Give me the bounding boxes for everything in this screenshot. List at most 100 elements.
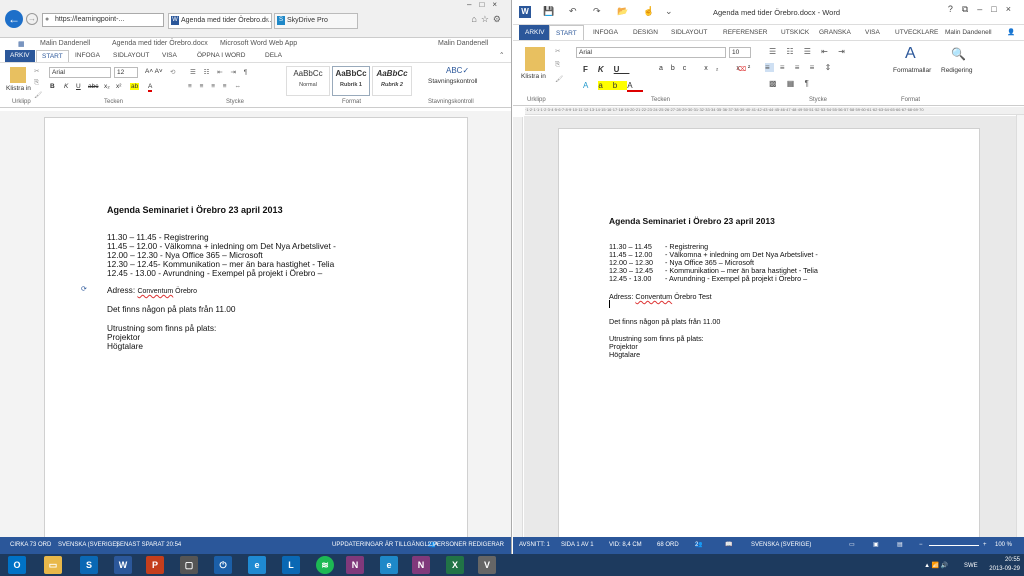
customize-qat-icon[interactable]: ⌄ (665, 6, 673, 17)
tab-visa[interactable]: VISA (157, 50, 182, 62)
spotify-icon[interactable]: ≋ (316, 556, 334, 574)
grid-icon[interactable]: ▦ (18, 40, 25, 48)
align-icons[interactable]: ≡ ≡ ≡ ≡ ⇔ (188, 83, 244, 90)
document-page[interactable]: Agenda Seminariet i Örebro 23 april 2013… (558, 128, 980, 543)
vertical-ruler[interactable] (513, 117, 523, 537)
powerpoint-icon[interactable]: P (146, 556, 164, 574)
style-rubrik2[interactable]: AaBbCc Rubrik 2 (372, 66, 412, 96)
font-name-box[interactable]: Arial (576, 47, 726, 58)
zoom-in-button[interactable]: + (983, 537, 987, 554)
tab-visa[interactable]: VISA (859, 25, 886, 40)
avatar[interactable]: 👤 (1001, 25, 1021, 40)
tab-utskick[interactable]: UTSKICK (775, 25, 815, 40)
font-size-box[interactable]: 12 (114, 67, 138, 78)
spell-status-icon[interactable]: 📖 (725, 537, 732, 554)
styles-icon[interactable]: A (905, 45, 916, 63)
editing-button[interactable]: Redigering (941, 67, 972, 74)
tab-start[interactable]: START (36, 50, 69, 62)
web-layout-icon[interactable]: ▤ (897, 537, 903, 554)
grow-font-icon[interactable]: A˄ A˅ (145, 68, 163, 75)
ie-icon-2[interactable]: e (380, 556, 398, 574)
tab-arkiv[interactable]: ARKIV (5, 50, 35, 62)
section-indicator[interactable]: AVSNITT: 1 (519, 537, 550, 554)
zoom-slider[interactable] (929, 545, 979, 546)
font-size-box[interactable]: 10 (729, 47, 751, 58)
underline-button[interactable]: U (76, 83, 81, 90)
power-icon[interactable]: ⏻ (214, 556, 232, 574)
open-icon[interactable]: 📂 (617, 6, 628, 17)
collapse-icon[interactable]: ⌃ (494, 50, 509, 62)
font-color-icon[interactable]: A (148, 83, 153, 92)
updates-available[interactable]: UPPDATERINGAR ÄR TILLGÄNGLIGA (332, 537, 438, 554)
clear-format-icon[interactable]: ⟲ (170, 68, 175, 76)
language[interactable]: SVENSKA (SVERIGE) (751, 537, 811, 554)
format-buttons[interactable]: FKU (583, 65, 629, 74)
outlook-icon[interactable]: O (8, 556, 26, 574)
word-count[interactable]: CIRKA 73 ORD (10, 537, 51, 554)
visio-icon[interactable]: V (478, 556, 496, 574)
tab-infoga[interactable]: INFOGA (587, 25, 624, 40)
coauthor-icon[interactable]: ⟳ (81, 285, 87, 293)
clipboard-icon[interactable] (10, 67, 26, 83)
effects-buttons[interactable]: AabA (583, 81, 643, 92)
onenote-icon[interactable]: N (346, 556, 364, 574)
system-tray[interactable]: ▲ 📶 🔊 SWE 20:55 2013-09-29 (924, 556, 1020, 574)
screen-capture-icon[interactable]: ▢ (180, 556, 198, 574)
tab-granska[interactable]: GRANSKA (813, 25, 857, 40)
tab-referenser[interactable]: REFERENSER (717, 25, 773, 40)
word-count[interactable]: 68 ORD (657, 537, 679, 554)
document-page[interactable]: Agenda Seminariet i Örebro 23 april 2013… (44, 117, 468, 547)
binoculars-icon[interactable]: 🔍 (951, 47, 966, 61)
cut-icon[interactable]: ✂ (34, 67, 39, 75)
tab-arkiv[interactable]: ARKIV (519, 25, 551, 40)
browser-tab-skydrive[interactable]: S SkyDrive Pro (274, 13, 358, 29)
highlight-icon[interactable]: ab (130, 83, 140, 90)
internet-explorer-icon[interactable]: e (248, 556, 266, 574)
language[interactable]: SVENSKA (SVERIGE) (58, 537, 118, 554)
italic-button[interactable]: K (64, 83, 68, 90)
clock[interactable]: 20:55 2013-09-29 (989, 556, 1020, 574)
tab-sidlayout[interactable]: SIDLAYOUT (665, 25, 713, 40)
spellcheck-button[interactable]: Stavningskontroll (428, 78, 478, 85)
list-icons[interactable]: ☰ ☷ ⇤ ⇥ ¶ (190, 68, 250, 76)
subscript-button[interactable]: x₂ (104, 83, 110, 90)
touch-mode-icon[interactable]: ☝ (643, 6, 654, 17)
back-button[interactable]: ← (5, 10, 23, 28)
align-icons[interactable]: ≡ ≡ ≡ ≡ ⇕ (765, 63, 835, 72)
clipboard-icon[interactable] (525, 47, 545, 71)
onenote-icon-2[interactable]: N (412, 556, 430, 574)
clear-format-icon[interactable]: ⌫ (737, 65, 746, 73)
tab-open-in-word[interactable]: ÖPPNA I WORD (192, 50, 250, 62)
tab-dela[interactable]: DELA (260, 50, 287, 62)
shading-icons[interactable]: ▩ ▦ ¶ (769, 79, 813, 88)
zoom-out-button[interactable]: − (919, 537, 923, 554)
print-layout-icon[interactable]: ▣ (873, 537, 879, 554)
vertical-scrollbar[interactable] (1016, 115, 1024, 537)
superscript-button[interactable]: x² (116, 83, 121, 90)
redo-icon[interactable]: ↷ (593, 6, 601, 17)
font-name-box[interactable]: Arial (49, 67, 111, 78)
paste-button[interactable]: Klistra in (6, 85, 32, 92)
copy-icon[interactable]: ⎘ (555, 61, 560, 69)
tab-sidlayout[interactable]: SIDLAYOUT (108, 50, 154, 62)
tab-design[interactable]: DESIGN (627, 25, 664, 40)
zoom-level[interactable]: 100 % (995, 537, 1012, 554)
excel-icon[interactable]: X (446, 556, 464, 574)
sharepoint-icon[interactable]: S (80, 556, 98, 574)
tray-icons[interactable]: ▲ 📶 🔊 (924, 563, 948, 569)
browser-icons[interactable]: ⌂☆⚙ (471, 14, 505, 25)
browser-tab-agenda[interactable]: W Agenda med tider Örebro.d... × (168, 13, 272, 29)
style-normal[interactable]: AaBbCc Normal (286, 66, 330, 96)
tab-utvecklare[interactable]: UTVECKLARE (889, 25, 944, 40)
list-icons[interactable]: ☰ ☷ ☰ ⇤ ⇥ (769, 47, 849, 56)
input-language[interactable]: SWE (964, 563, 978, 569)
forward-button[interactable]: → (26, 13, 38, 25)
user-name[interactable]: Malin Dandenell (939, 25, 998, 40)
lync-icon[interactable]: L (282, 556, 300, 574)
undo-icon[interactable]: ↶ (569, 6, 577, 17)
tab-start[interactable]: START (549, 25, 584, 40)
user-name-right[interactable]: Malin Dandenell (438, 40, 488, 47)
paste-button[interactable]: Klistra in (521, 73, 549, 80)
copy-icon[interactable]: ⎘ (34, 79, 39, 87)
save-icon[interactable]: 💾 (543, 6, 554, 17)
